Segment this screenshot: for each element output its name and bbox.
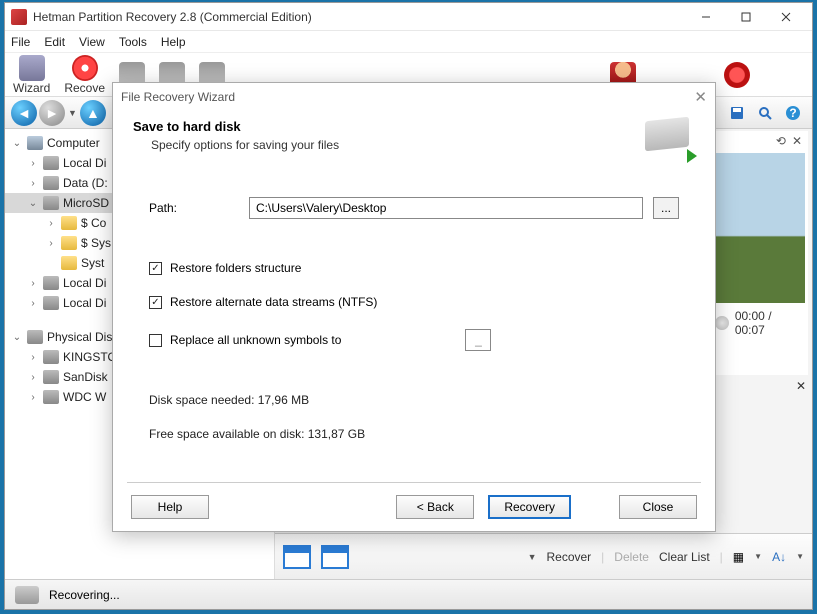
path-input[interactable]: [249, 197, 643, 219]
path-label: Path:: [149, 201, 239, 215]
menu-help[interactable]: Help: [161, 35, 186, 49]
menu-edit[interactable]: Edit: [44, 35, 65, 49]
titlebar: Hetman Partition Recovery 2.8 (Commercia…: [5, 3, 812, 31]
checkbox-icon: ✓: [149, 296, 162, 309]
checkbox-icon: ✓: [149, 262, 162, 275]
nav-back-button[interactable]: ◄: [11, 100, 37, 126]
modal-heading: Save to hard disk: [133, 119, 645, 134]
chevron-down-icon[interactable]: ▼: [528, 552, 537, 562]
drive-icon: [43, 350, 59, 364]
save-icon[interactable]: [726, 102, 748, 124]
view-icon[interactable]: ▦: [733, 550, 744, 564]
file-bar: ▼ Recover | Delete Clear List | ▦ ▼ A↓ ▼: [275, 533, 812, 579]
nav-up-button[interactable]: ▲: [80, 100, 106, 126]
nav-dropdown-icon[interactable]: ▼: [68, 108, 77, 118]
clear-list-label[interactable]: Clear List: [659, 550, 710, 564]
disk-space-free: Free space available on disk: 131,87 GB: [149, 427, 679, 441]
drive-icon: [27, 330, 43, 344]
menu-tools[interactable]: Tools: [119, 35, 147, 49]
minimize-button[interactable]: [686, 5, 726, 29]
red-button-icon: [724, 62, 750, 88]
toolbar-wizard[interactable]: Wizard: [13, 55, 50, 95]
nav-forward-button[interactable]: ►: [39, 100, 65, 126]
search-icon[interactable]: [754, 102, 776, 124]
modal-subheading: Specify options for saving your files: [151, 138, 645, 152]
modal-close-icon[interactable]: ✕: [694, 88, 707, 106]
svg-text:?: ?: [789, 106, 796, 120]
drive-icon: [43, 296, 59, 310]
drive-icon: [43, 276, 59, 290]
restore-icon[interactable]: ⟲: [776, 134, 786, 148]
secondary-close-icon[interactable]: ✕: [796, 379, 806, 393]
lifebuoy-icon: [72, 55, 98, 81]
folder-icon: [61, 256, 77, 270]
statusbar: Recovering...: [5, 579, 812, 609]
toolbar-stop[interactable]: [724, 62, 750, 88]
window-title: Hetman Partition Recovery 2.8 (Commercia…: [33, 10, 686, 24]
checkbox-icon: [149, 334, 162, 347]
drive-icon: [43, 390, 59, 404]
sort-icon[interactable]: A↓: [772, 550, 786, 564]
modal-footer: Help < Back Recovery Close: [113, 483, 715, 531]
drive-icon: [43, 196, 59, 210]
file-thumb[interactable]: [321, 545, 349, 569]
checkbox-replace-symbols[interactable]: Replace all unknown symbols to: [149, 329, 679, 351]
drive-icon: [43, 176, 59, 190]
play-button[interactable]: [715, 316, 729, 330]
drive-icon: [43, 156, 59, 170]
folder-icon: [61, 216, 77, 230]
maximize-button[interactable]: [726, 5, 766, 29]
delete-label: Delete: [614, 550, 649, 564]
drive-icon: [43, 370, 59, 384]
app-icon: [11, 9, 27, 25]
modal-title: File Recovery Wizard: [121, 90, 694, 104]
menubar: File Edit View Tools Help: [5, 31, 812, 53]
hard-disk-icon: [645, 119, 695, 159]
preview-panel: ⟲ ✕ 00:00 / 00:07: [710, 131, 808, 375]
close-button[interactable]: Close: [619, 495, 697, 519]
checkbox-restore-streams[interactable]: ✓ Restore alternate data streams (NTFS): [149, 295, 679, 309]
recovery-button[interactable]: Recovery: [488, 495, 571, 519]
status-drive-icon: [15, 586, 39, 604]
close-button[interactable]: [766, 5, 806, 29]
status-text: Recovering...: [49, 588, 120, 602]
browse-button[interactable]: ...: [653, 197, 679, 219]
wizard-icon: [19, 55, 45, 81]
disk-space-needed: Disk space needed: 17,96 MB: [149, 393, 679, 407]
file-thumb[interactable]: [283, 545, 311, 569]
modal-titlebar: File Recovery Wizard ✕: [113, 83, 715, 111]
symbol-input[interactable]: [465, 329, 491, 351]
modal-body: Path: ... ✓ Restore folders structure ✓ …: [113, 171, 715, 478]
file-recovery-wizard-dialog: File Recovery Wizard ✕ Save to hard disk…: [112, 82, 716, 532]
menu-file[interactable]: File: [11, 35, 30, 49]
panel-close-icon[interactable]: ✕: [792, 134, 802, 148]
modal-header: Save to hard disk Specify options for sa…: [113, 111, 715, 171]
menu-view[interactable]: View: [79, 35, 105, 49]
preview-image: [715, 153, 805, 303]
help-icon[interactable]: ?: [782, 102, 804, 124]
computer-icon: [27, 136, 43, 150]
checkbox-restore-folders[interactable]: ✓ Restore folders structure: [149, 261, 679, 275]
back-button[interactable]: < Back: [396, 495, 474, 519]
recover-label[interactable]: Recover: [546, 550, 591, 564]
toolbar-recover[interactable]: Recove: [64, 55, 105, 95]
help-button[interactable]: Help: [131, 495, 209, 519]
folder-icon: [61, 236, 77, 250]
preview-time: 00:00 / 00:07: [735, 309, 804, 337]
